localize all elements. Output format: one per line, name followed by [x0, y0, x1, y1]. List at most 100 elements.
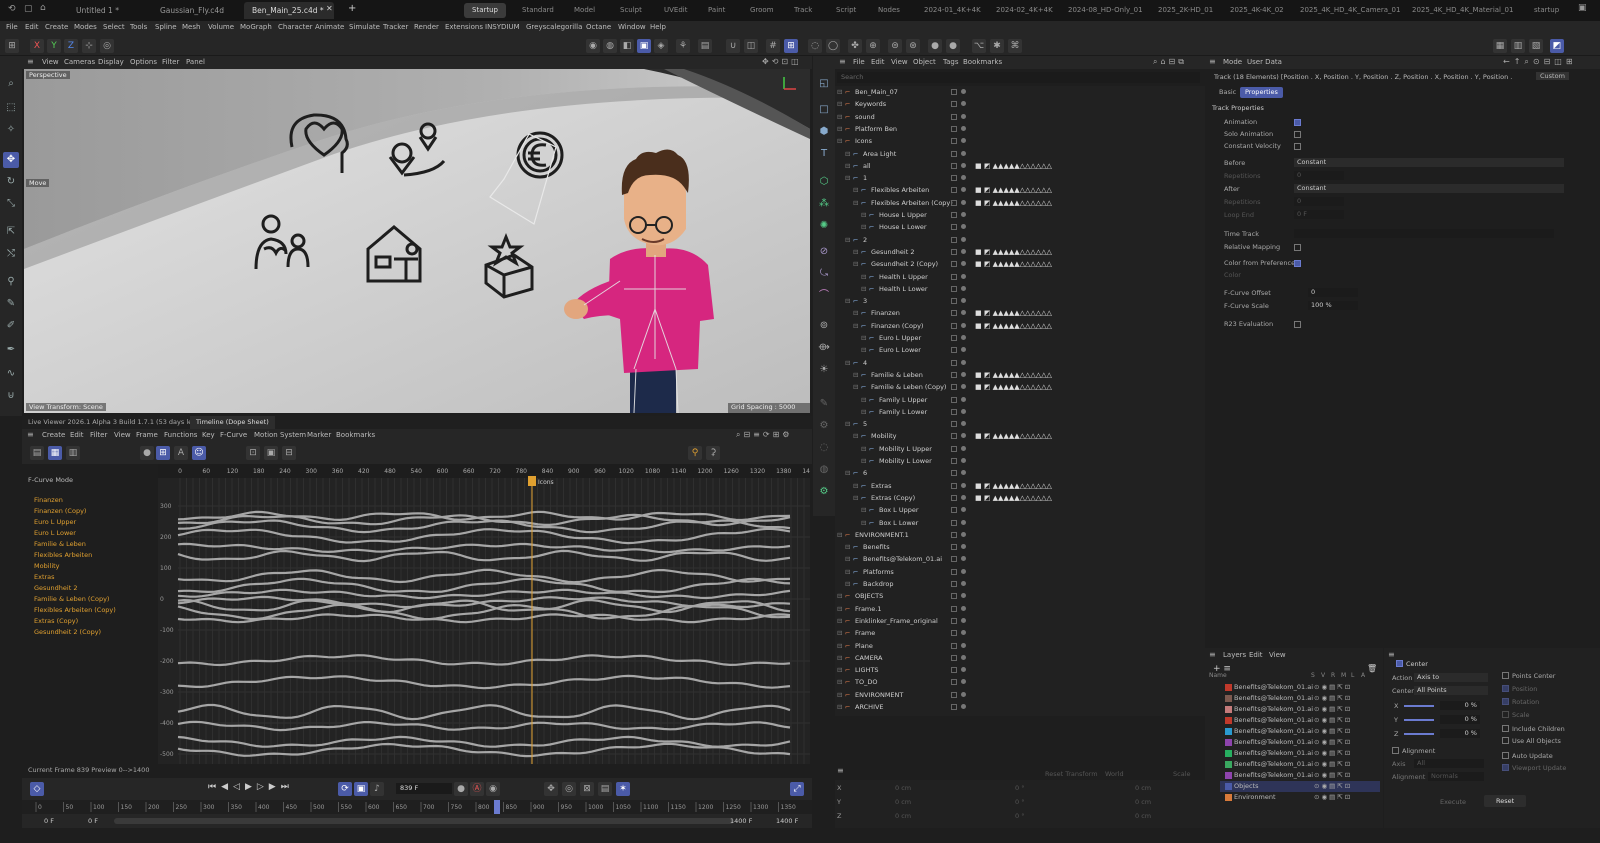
object-name[interactable]: Box L Lower [879, 517, 918, 529]
visibility-toggle[interactable] [951, 162, 957, 169]
end-frame-field[interactable]: 1400 F [776, 817, 798, 825]
track-gesundheit-copy[interactable]: Gesundheit 2 (Copy) [34, 628, 101, 636]
expand-icon[interactable]: ⊟ [837, 590, 842, 602]
layer-flag-icons[interactable]: ⊙◉▤⇱⊡ [1314, 682, 1352, 693]
expand-icon[interactable]: ⊟ [837, 664, 842, 676]
render-dot[interactable] [961, 113, 966, 119]
sphere-object-icon[interactable]: ⬢ [816, 124, 832, 140]
expand-icon[interactable]: ⊟ [837, 689, 842, 701]
expand-icon[interactable]: ⊟ [853, 492, 858, 504]
render-dot[interactable] [961, 101, 966, 107]
z-percent-field[interactable]: 0 % [1440, 729, 1480, 738]
expand-icon[interactable]: ⊟ [853, 480, 858, 492]
layer-name[interactable]: Benefits@Telekom_01.ai [1234, 748, 1313, 759]
object-name[interactable]: Finanzen [871, 307, 900, 319]
object-name[interactable]: ENVIRONMENT [855, 689, 903, 701]
text-object-icon[interactable]: T [816, 146, 832, 162]
expand-icon[interactable]: ⊟ [861, 394, 866, 406]
render-dot[interactable] [961, 347, 966, 353]
viewport-menu-icon[interactable]: ≡ [27, 57, 34, 66]
render-dot[interactable] [961, 236, 966, 242]
object-name[interactable]: Health L Upper [879, 271, 928, 283]
menu-edit[interactable]: Edit [25, 23, 39, 31]
track-euro-upper[interactable]: Euro L Upper [34, 518, 76, 526]
brush-icon[interactable]: ✐ [3, 318, 19, 334]
auto-update-checkbox[interactable] [1502, 752, 1509, 759]
loop-icon[interactable]: ⟳ [338, 782, 352, 796]
expand-icon[interactable]: ⊟ [853, 381, 858, 393]
expand-icon[interactable]: ⊟ [853, 369, 858, 381]
layer-color-swatch[interactable] [1225, 772, 1232, 779]
field-object-icon[interactable]: ◍ [816, 462, 832, 478]
layer-row[interactable]: Benefits@Telekom_01.ai ⊙◉▤⇱⊡ [1220, 770, 1380, 781]
object-tags[interactable]: ■ ◩ ▲▲▲▲▲△△△△△△ [975, 492, 1052, 504]
file-tab-untitled[interactable]: Untitled 1 * [68, 2, 127, 19]
3d-viewport[interactable]: Perspective Move View Transform: Scene G… [24, 69, 810, 413]
object-row[interactable]: ⊟ ⌐ 3 [835, 295, 1205, 307]
object-row[interactable]: ⊟ ⌐ Health L Lower [835, 283, 1205, 295]
render-dot[interactable] [961, 273, 966, 279]
visibility-toggle[interactable] [951, 704, 957, 710]
object-row[interactable]: ⊟ ⌐ Ben_Main_07 [835, 86, 1205, 98]
x-slider[interactable] [1404, 705, 1434, 707]
grid-icon[interactable]: # [766, 39, 780, 53]
expand-icon[interactable]: ⊟ [861, 443, 866, 455]
visibility-toggle[interactable] [951, 519, 957, 526]
object-name[interactable]: Platforms [863, 566, 894, 578]
object-search-input[interactable]: Search [837, 72, 1200, 83]
center-mode-dropdown[interactable]: All Points [1414, 686, 1488, 695]
position-checkbox[interactable] [1502, 685, 1509, 692]
fcurve-scale-field[interactable]: 100 % [1308, 301, 1358, 310]
magnet-icon[interactable]: ∪ [726, 39, 740, 53]
object-row[interactable]: ⊟ ⌐ Mobility L Upper [835, 443, 1205, 455]
expand-icon[interactable]: ⊟ [861, 504, 866, 516]
object-name[interactable]: 1 [863, 172, 867, 184]
object-row[interactable]: ⊟ ⌐ all ■ ◩ ▲▲▲▲▲△△△△△△ [835, 160, 1205, 172]
expand-icon[interactable]: ⊟ [845, 148, 850, 160]
solo-animation-checkbox[interactable] [1294, 131, 1301, 138]
layer-color-swatch[interactable] [1225, 717, 1232, 724]
menu-help[interactable]: Help [650, 23, 666, 31]
object-row[interactable]: ⊟ ⌐ Flexibles Arbeiten ■ ◩ ▲▲▲▲▲△△△△△△ [835, 184, 1205, 196]
record-auto-icon[interactable]: ● [454, 782, 468, 796]
expand-icon[interactable]: ⊟ [861, 455, 866, 467]
track-flexibles[interactable]: Flexibles Arbeiten [34, 551, 92, 559]
object-name[interactable]: Familie & Leben [871, 369, 923, 381]
object-name[interactable]: Flexibles Arbeiten (Copy) [871, 197, 953, 209]
visibility-toggle[interactable] [951, 138, 957, 145]
action-dropdown[interactable]: Axis to [1414, 673, 1488, 682]
visibility-toggle[interactable] [951, 433, 957, 440]
layer-color-swatch[interactable] [1225, 794, 1232, 801]
axis-y-button[interactable]: Y [47, 39, 61, 53]
fcurve-graph[interactable]: 0 60 120 180 240 300 360 420 480 540 600 660 720 780 8… [158, 464, 810, 764]
user-icon[interactable]: ☺ [192, 446, 206, 460]
layout-tab-2025-4k[interactable]: 2025_4K-4K_02 [1230, 3, 1284, 18]
null-object-icon[interactable]: ◱ [816, 76, 832, 92]
object-name[interactable]: Flexibles Arbeiten [871, 184, 929, 196]
viewport-menu-display[interactable]: Display [98, 58, 124, 66]
magnet-tool-icon[interactable]: ⊍ [3, 388, 19, 404]
coord-y-rot[interactable]: 0 ° [1015, 798, 1024, 806]
am-menu-mode[interactable]: Mode [1223, 58, 1242, 66]
visibility-toggle[interactable] [951, 199, 957, 206]
object-row[interactable]: ⊟ ⌐ Mobility ■ ◩ ▲▲▲▲▲△△△△△△ [835, 430, 1205, 442]
layer-flag-icons[interactable]: ⊙◉▤⇱⊡ [1314, 748, 1352, 759]
object-name[interactable]: House L Upper [879, 209, 927, 221]
expand-icon[interactable]: ⊟ [845, 160, 850, 172]
key-mode-icon[interactable]: ● [140, 446, 154, 460]
viewport-menu-cameras[interactable]: Cameras [64, 58, 95, 66]
bend-icon[interactable]: ⤿ [816, 266, 832, 282]
points-center-checkbox[interactable] [1502, 672, 1509, 679]
tl-menu-edit[interactable]: Edit [70, 431, 84, 439]
render-dot[interactable] [961, 630, 966, 636]
hair-icon[interactable]: ⚙ [816, 418, 832, 434]
track-euro-lower[interactable]: Euro L Lower [34, 529, 76, 537]
layout-tab-sculpt[interactable]: Sculpt [620, 3, 642, 18]
render-dot[interactable] [961, 285, 966, 291]
object-name[interactable]: House L Lower [879, 221, 927, 233]
layer-flag-icons[interactable]: ⊙◉▤⇱⊡ [1314, 737, 1352, 748]
object-row[interactable]: ⊟ ⌐ 5 [835, 418, 1205, 430]
render-dot[interactable] [961, 642, 966, 648]
render-dot[interactable] [961, 138, 966, 144]
camera-icon[interactable]: ● [946, 39, 960, 53]
